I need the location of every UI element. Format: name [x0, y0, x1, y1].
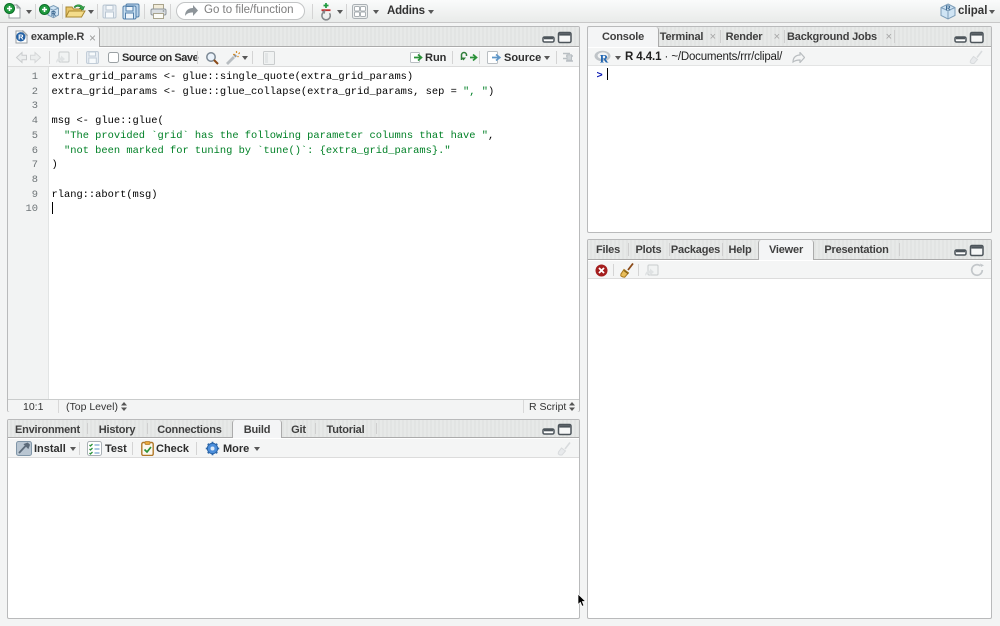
svg-text:R: R [18, 33, 24, 42]
svg-text:R: R [600, 54, 609, 65]
svg-text:R: R [945, 6, 950, 13]
svg-text:R: R [51, 11, 56, 18]
